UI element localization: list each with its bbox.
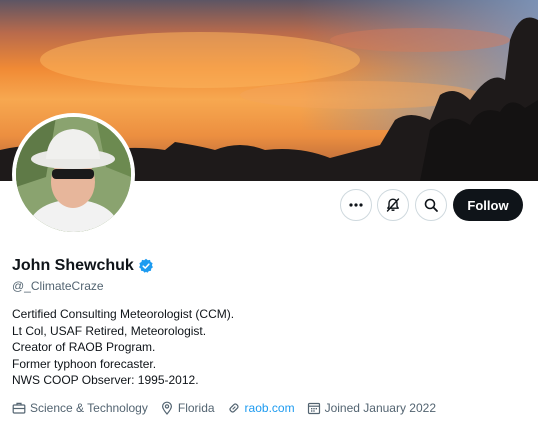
location-label: Florida <box>177 401 215 415</box>
notifications-button[interactable] <box>377 189 409 221</box>
profile-joined: Joined January 2022 <box>307 401 436 415</box>
profile-category: Science & Technology <box>12 401 148 415</box>
bio-line: Lt Col, USAF Retired, Meteorologist. <box>12 323 207 338</box>
more-button[interactable] <box>340 189 372 221</box>
category-label: Science & Technology <box>30 401 148 415</box>
profile-location: Florida <box>160 401 215 415</box>
location-pin-icon <box>161 401 172 415</box>
bio-line: NWS COOP Observer: 1995-2012. <box>12 373 199 387</box>
bio-line: Former typhoon forecaster. <box>12 356 157 371</box>
profile-bio: Certified Consulting Meteorologist (CCM)… <box>12 306 234 389</box>
bio-line: Creator of RAOB Program. <box>12 340 156 354</box>
profile-name-row: John Shewchuk <box>12 257 154 275</box>
verified-badge-icon[interactable] <box>138 258 154 274</box>
profile-meta: Science & Technology Florida raob.com Jo… <box>12 401 448 415</box>
joined-label: Joined January 2022 <box>324 401 436 415</box>
website-link[interactable]: raob.com <box>245 401 295 415</box>
profile-avatar[interactable] <box>12 113 135 236</box>
more-icon <box>349 203 363 207</box>
profile-website[interactable]: raob.com <box>227 401 295 415</box>
search-button[interactable] <box>415 189 447 221</box>
follow-button[interactable]: Follow <box>453 189 523 221</box>
calendar-icon <box>307 402 320 415</box>
profile-name: John Shewchuk <box>12 257 134 274</box>
profile-handle: @_ClimateCraze <box>12 279 104 293</box>
link-icon <box>228 403 239 413</box>
bio-line: Certified Consulting Meteorologist (CCM)… <box>12 307 235 321</box>
search-icon <box>424 198 438 212</box>
notifications-off-icon <box>386 198 400 212</box>
briefcase-icon <box>12 402 26 414</box>
